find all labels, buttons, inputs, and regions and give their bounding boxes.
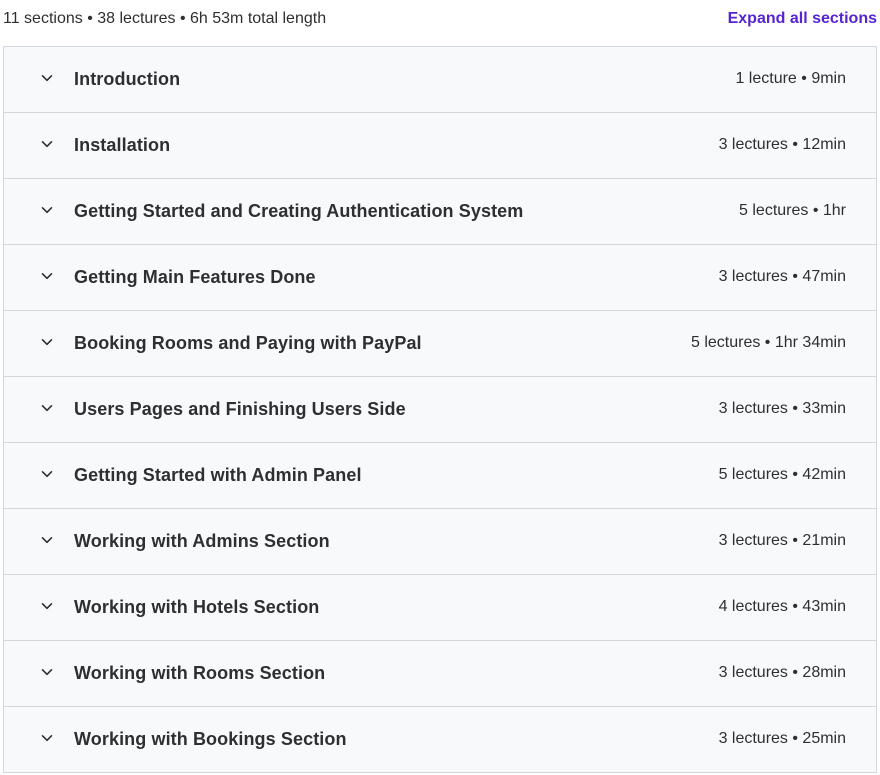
section-meta: 3 lectures • 28min [718, 664, 846, 681]
chevron-down-icon [41, 471, 53, 478]
section-title: Getting Started with Admin Panel [74, 465, 362, 485]
section-item[interactable]: Installation 3 lectures • 12min [4, 113, 876, 179]
chevron-down-icon [41, 141, 53, 148]
chevron-down-icon [41, 207, 53, 214]
section-title: Users Pages and Finishing Users Side [74, 399, 406, 419]
section-title: Getting Main Features Done [74, 267, 316, 287]
section-meta: 3 lectures • 12min [718, 136, 846, 153]
curriculum-summary-bar: 11 sections • 38 lectures • 6h 53m total… [0, 0, 880, 44]
curriculum-summary: 11 sections • 38 lectures • 6h 53m total… [3, 10, 327, 27]
section-title: Working with Bookings Section [74, 729, 347, 749]
chevron-down-icon [41, 537, 53, 544]
expand-all-sections-button[interactable]: Expand all sections [728, 10, 877, 28]
section-item[interactable]: Booking Rooms and Paying with PayPal 5 l… [4, 311, 876, 377]
chevron-down-icon [41, 339, 53, 346]
section-title: Introduction [74, 69, 181, 89]
section-meta: 5 lectures • 1hr 34min [690, 334, 846, 351]
section-title: Working with Admins Section [74, 531, 330, 551]
section-title: Working with Hotels Section [74, 597, 320, 617]
chevron-down-icon [41, 669, 53, 676]
section-meta: 1 lecture • 9min [735, 70, 846, 87]
section-item[interactable]: Users Pages and Finishing Users Side 3 l… [4, 377, 876, 443]
section-meta: 5 lectures • 1hr [739, 202, 846, 219]
chevron-down-icon [41, 735, 53, 742]
section-title: Working with Rooms Section [74, 663, 326, 683]
section-title: Booking Rooms and Paying with PayPal [74, 333, 422, 353]
section-meta: 3 lectures • 33min [718, 400, 846, 417]
section-item[interactable]: Getting Started and Creating Authenticat… [4, 179, 876, 245]
section-item[interactable]: Introduction 1 lecture • 9min [4, 47, 876, 113]
section-item[interactable]: Getting Started with Admin Panel 5 lectu… [4, 443, 876, 509]
section-item[interactable]: Working with Admins Section 3 lectures •… [4, 509, 876, 575]
chevron-down-icon [41, 273, 53, 280]
chevron-down-icon [41, 603, 53, 610]
section-title: Installation [74, 135, 171, 155]
section-item[interactable]: Working with Rooms Section 3 lectures • … [4, 641, 876, 707]
section-meta: 3 lectures • 21min [718, 532, 846, 549]
section-title: Getting Started and Creating Authenticat… [74, 201, 524, 221]
section-meta: 3 lectures • 47min [718, 268, 846, 285]
section-meta: 4 lectures • 43min [718, 598, 846, 615]
section-meta: 3 lectures • 25min [718, 730, 846, 747]
section-item[interactable]: Working with Hotels Section 4 lectures •… [4, 575, 876, 641]
chevron-down-icon [41, 75, 53, 82]
curriculum-section-list: Introduction 1 lecture • 9min Installati… [3, 46, 877, 773]
section-meta: 5 lectures • 42min [718, 466, 846, 483]
chevron-down-icon [41, 405, 53, 412]
section-item[interactable]: Getting Main Features Done 3 lectures • … [4, 245, 876, 311]
section-item[interactable]: Working with Bookings Section 3 lectures… [4, 707, 876, 773]
